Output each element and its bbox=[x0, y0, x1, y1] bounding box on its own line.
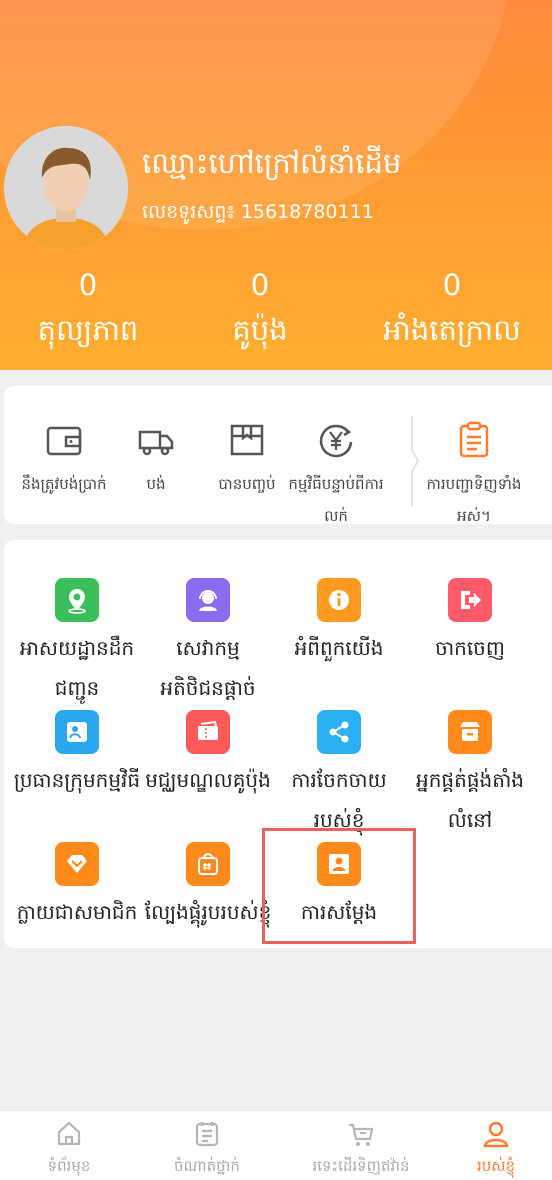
service-label: ក្លាយជាសមាជិក bbox=[16, 900, 138, 924]
cart-icon bbox=[349, 1123, 374, 1146]
service-my-puzzle[interactable]: ល្បែងផ្គុំរូបរបស់ខ្ញុំ bbox=[143, 842, 273, 932]
stat-balance[interactable]: 0 តុល្យភាព bbox=[0, 268, 180, 350]
profile-header: ឈ្មោះហៅក្រៅលំនាំដើម លេខទូរសព្ទ៖ 15618780… bbox=[0, 0, 552, 370]
service-label: អំពីពួកយើង bbox=[294, 636, 384, 660]
stat-label: អាំងតេក្រាល bbox=[383, 313, 521, 347]
order-label: បានបញ្ចប់ bbox=[218, 475, 276, 493]
order-label: បង់ bbox=[146, 475, 166, 493]
order-label: នឹងត្រូវបង់ប្រាក់ bbox=[21, 475, 107, 493]
avatar-person-icon bbox=[4, 126, 128, 250]
bottom-tab-bar: ទំព័រមុខ ចំណាត់ថ្នាក់ រទេះដើរទិញឥវ៉ាន់ រ… bbox=[0, 1110, 552, 1180]
user-icon bbox=[483, 1121, 509, 1148]
headset-icon bbox=[186, 578, 230, 622]
service-label: អាសយដ្ឋានដឹកជញ្ជូន bbox=[19, 636, 135, 700]
team-leader-icon bbox=[55, 710, 99, 754]
service-label: ល្បែងផ្គុំរូបរបស់ខ្ញុំ bbox=[144, 900, 272, 924]
selection-highlight bbox=[262, 828, 416, 944]
orders-card: នឹងត្រូវបង់ប្រាក់ បង់ បានបញ្ចប់ កម្មវិធី… bbox=[4, 386, 552, 525]
service-label: ប្រធានក្រុមកម្មវិធី bbox=[13, 768, 141, 792]
puzzle-bag-icon bbox=[186, 842, 230, 886]
service-about-us[interactable]: អំពីពួកយើង bbox=[274, 578, 404, 668]
wallet-icon bbox=[46, 426, 82, 456]
service-label: ចាកចេញ bbox=[435, 636, 505, 660]
order-after-sales[interactable]: កម្មវិធីបន្ទាប់ពីការលក់ bbox=[288, 420, 384, 532]
service-resident-supplier[interactable]: អ្នកផ្គត់ផ្គង់តាំងលំនៅ bbox=[405, 710, 535, 840]
category-icon bbox=[195, 1122, 219, 1147]
tab-label: ទំព័រមុខ bbox=[47, 1157, 91, 1175]
stat-label: តុល្យភាព bbox=[37, 313, 139, 347]
order-completed[interactable]: បានបញ្ចប់ bbox=[199, 420, 295, 500]
stat-value: 0 bbox=[78, 268, 98, 302]
stat-points[interactable]: 0 អាំងតេក្រាល bbox=[360, 268, 544, 350]
user-phone: លេខទូរសព្ទ៖ 15618780111 bbox=[142, 201, 374, 223]
stat-value: 0 bbox=[442, 268, 462, 302]
tab-my-account[interactable]: របស់ខ្ញុំ bbox=[440, 1111, 552, 1179]
order-all[interactable]: ការបញ្ជាទិញទាំងអស់។ bbox=[426, 420, 522, 532]
tab-label: រទេះដើរទិញឥវ៉ាន់ bbox=[312, 1157, 410, 1175]
tab-label: ចំណាត់ថ្នាក់ bbox=[174, 1157, 240, 1175]
order-label: ការបញ្ជាទិញទាំងអស់។ bbox=[426, 475, 522, 525]
info-icon bbox=[317, 578, 361, 622]
clipboard-icon bbox=[459, 421, 489, 458]
store-icon bbox=[448, 710, 492, 754]
truck-icon bbox=[138, 430, 174, 456]
tab-label: របស់ខ្ញុំ bbox=[476, 1157, 516, 1175]
service-my-distribution[interactable]: ការចែកចាយរបស់ខ្ញុំ bbox=[274, 710, 404, 840]
box-icon bbox=[230, 424, 264, 456]
stat-label: គូប៉ុង bbox=[232, 313, 288, 347]
avatar[interactable] bbox=[4, 126, 128, 250]
tab-cart[interactable]: រទេះដើរទិញឥវ៉ាន់ bbox=[286, 1111, 436, 1179]
yen-refund-icon bbox=[319, 424, 353, 458]
home-icon bbox=[57, 1121, 81, 1146]
share-icon bbox=[317, 710, 361, 754]
tab-home[interactable]: ទំព័រមុខ bbox=[0, 1111, 138, 1179]
tab-category[interactable]: ចំណាត់ថ្នាក់ bbox=[138, 1111, 276, 1179]
order-label: កម្មវិធីបន្ទាប់ពីការលក់ bbox=[288, 475, 384, 525]
service-label: អ្នកផ្គត់ផ្គង់តាំងលំនៅ bbox=[416, 768, 524, 832]
user-name: ឈ្មោះហៅក្រៅលំនាំដើម bbox=[142, 146, 402, 180]
logout-icon bbox=[448, 578, 492, 622]
location-icon bbox=[55, 578, 99, 622]
stat-value: 0 bbox=[250, 268, 270, 302]
divider-chevron bbox=[411, 416, 420, 506]
service-label: សេវាកម្មអតិថិជនផ្តាច់ bbox=[160, 636, 256, 700]
service-customer-support[interactable]: សេវាកម្មអតិថិជនផ្តាច់ bbox=[143, 578, 273, 708]
diamond-icon bbox=[55, 842, 99, 886]
service-become-member[interactable]: ក្លាយជាសមាជិក bbox=[12, 842, 142, 932]
service-shipping-address[interactable]: អាសយដ្ឋានដឹកជញ្ជូន bbox=[12, 578, 142, 708]
service-logout[interactable]: ចាកចេញ bbox=[405, 578, 535, 668]
service-coupon-center[interactable]: មជ្ឈមណ្ឌលគូប៉ុង bbox=[143, 710, 273, 800]
order-pending-payment[interactable]: នឹងត្រូវបង់ប្រាក់ bbox=[16, 420, 112, 500]
service-label: មជ្ឈមណ្ឌលគូប៉ុង bbox=[145, 768, 271, 792]
order-shipping[interactable]: បង់ bbox=[108, 420, 204, 500]
coupon-icon bbox=[186, 710, 230, 754]
service-team-leader[interactable]: ប្រធានក្រុមកម្មវិធី bbox=[12, 710, 142, 800]
stat-coupons[interactable]: 0 គូប៉ុង bbox=[168, 268, 352, 350]
